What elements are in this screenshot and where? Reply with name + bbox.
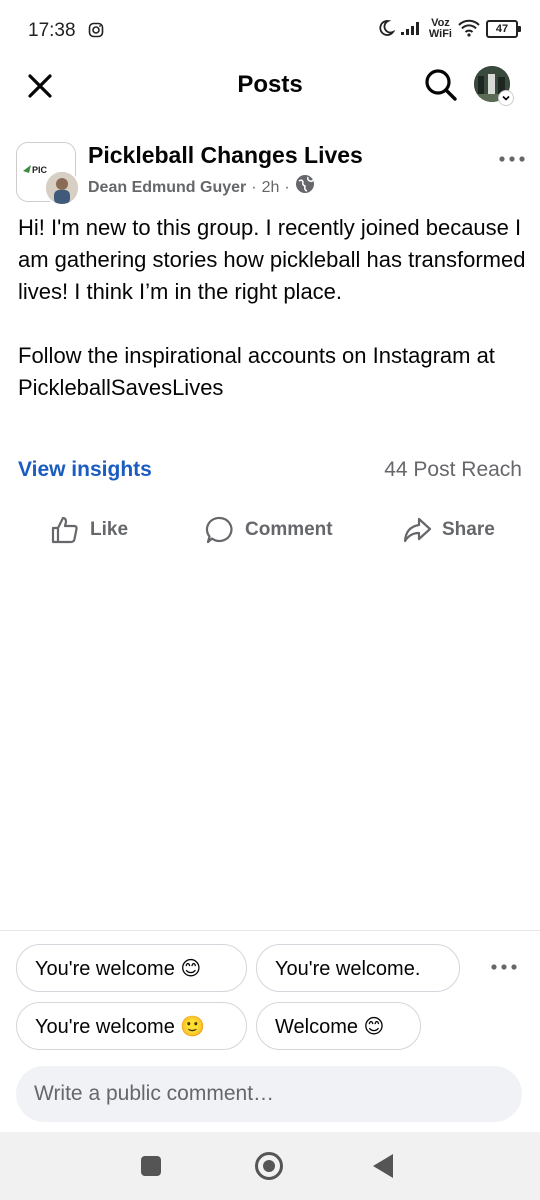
post-paragraph: Hi! I'm new to this group. I recently jo… — [18, 215, 526, 304]
wifi-icon — [458, 19, 480, 40]
back-button[interactable] — [373, 1154, 393, 1178]
profile-switcher-button[interactable] — [474, 66, 514, 106]
post-paragraph: Follow the inspirational accounts on Ins… — [18, 343, 495, 400]
comment-button[interactable]: Comment — [205, 512, 333, 548]
wifi-calling-label: Voz WiFi — [429, 18, 452, 40]
post-body: Hi! I'm new to this group. I recently jo… — [18, 212, 528, 404]
post-reach: 44 Post Reach — [384, 458, 522, 481]
post-more-options-button[interactable] — [498, 144, 526, 170]
quick-reply-chip[interactable]: You're welcome 😊 — [16, 944, 247, 992]
close-button[interactable] — [22, 68, 58, 104]
status-icons: Voz WiFi 47 — [377, 18, 521, 40]
more-dots-icon — [499, 156, 525, 162]
system-navigation-bar — [0, 1132, 540, 1200]
share-arrow-icon — [403, 517, 432, 543]
status-bar: 17:38 Voz WiFi 47 — [0, 0, 540, 64]
comment-label: Comment — [245, 519, 333, 540]
group-name[interactable]: Pickleball Changes Lives — [88, 140, 363, 170]
battery-indicator: 47 — [486, 20, 521, 38]
view-insights-link[interactable]: View insights — [18, 458, 152, 482]
search-icon — [425, 69, 457, 101]
moon-icon — [377, 19, 396, 40]
instagram-notification-icon — [88, 22, 104, 38]
search-button[interactable] — [422, 66, 460, 104]
close-icon — [28, 74, 52, 98]
group-logo-text: PIC — [32, 165, 48, 175]
author-name[interactable]: Dean Edmund Guyer — [88, 177, 246, 199]
signal-icon — [400, 21, 423, 38]
share-label: Share — [442, 519, 495, 540]
quick-reply-chip[interactable]: Welcome 😊 — [256, 1002, 421, 1050]
like-button[interactable]: Like — [50, 512, 128, 548]
globe-icon — [295, 174, 315, 201]
comment-bubble-icon — [205, 516, 233, 544]
author-avatar[interactable] — [44, 170, 80, 206]
more-dots-icon — [491, 964, 517, 970]
more-replies-button[interactable] — [490, 952, 518, 978]
recents-button[interactable] — [141, 1156, 161, 1176]
post-meta: Dean Edmund Guyer · 2h · — [88, 174, 315, 201]
share-button[interactable]: Share — [402, 512, 495, 548]
like-label: Like — [90, 519, 129, 540]
comment-input[interactable] — [16, 1066, 522, 1122]
home-button[interactable] — [255, 1152, 283, 1180]
wifi-label-bottom: WiFi — [428, 28, 452, 40]
quick-reply-chip[interactable]: You're welcome. — [256, 944, 460, 992]
top-app-bar: Posts — [0, 56, 540, 116]
chevron-down-icon — [498, 90, 514, 106]
post-time[interactable]: 2h — [262, 177, 280, 199]
meta-separator: · — [284, 178, 290, 196]
meta-separator: · — [251, 178, 257, 196]
status-time: 17:38 — [28, 20, 76, 41]
quick-reply-chip[interactable]: You're welcome 🙂 — [16, 1002, 247, 1050]
thumbs-up-icon — [51, 516, 78, 544]
